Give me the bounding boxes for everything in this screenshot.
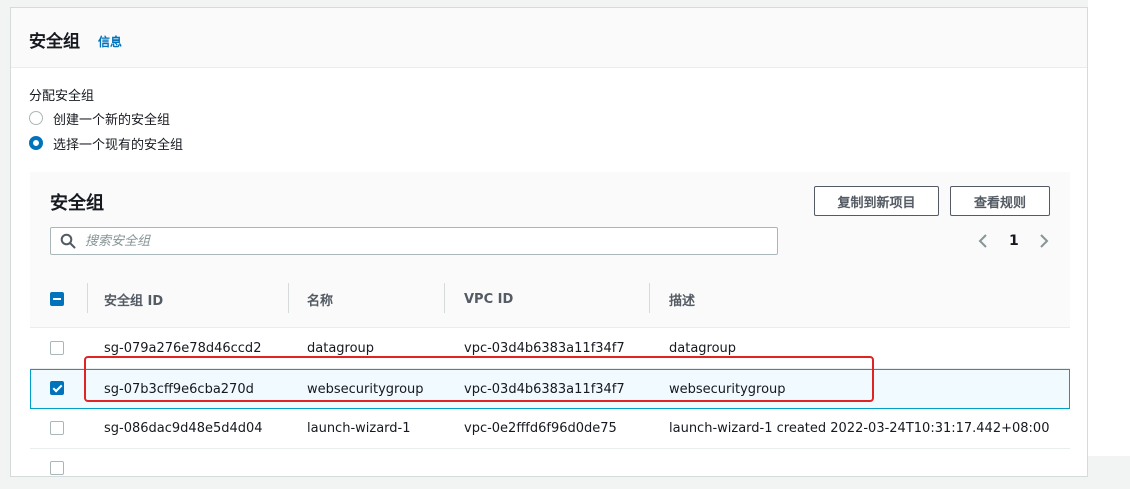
search-input[interactable] (85, 228, 765, 254)
radio-select-existing[interactable]: 选择一个现有的安全组 (29, 134, 184, 153)
radio-button[interactable] (29, 111, 43, 125)
column-divider (87, 283, 88, 313)
cell-name: datagroup (307, 341, 375, 356)
cell-description: websecuritygroup (669, 381, 786, 397)
page-number[interactable]: 1 (1009, 233, 1019, 249)
row-checkbox[interactable] (50, 461, 64, 475)
assign-security-group-label: 分配安全组 (29, 89, 95, 104)
column-divider (649, 283, 650, 313)
cell-description: launch-wizard-1 created 2022-03-24T10:31… (669, 421, 1050, 436)
row-checkbox[interactable] (50, 341, 64, 355)
search-box[interactable] (50, 227, 778, 255)
column-header-sg-id[interactable]: 安全组 ID (104, 271, 163, 327)
column-header-description[interactable]: 描述 (669, 271, 695, 327)
table-row-partial[interactable] (30, 449, 1070, 489)
table-header-area: 安全组 复制到新项目 查看规则 1 (30, 172, 1070, 271)
search-icon (60, 233, 76, 249)
cell-sg-id: sg-07b3cff9e6cba270d (104, 381, 254, 397)
table-title: 安全组 (50, 193, 104, 214)
table-row[interactable]: sg-079a276e78d46ccd2 datagroup vpc-03d4b… (30, 329, 1070, 369)
table-row-selected[interactable]: sg-07b3cff9e6cba270d websecuritygroup vp… (30, 369, 1070, 409)
security-group-table: 安全组 复制到新项目 查看规则 1 安全组 ID 名称 (30, 172, 1070, 475)
column-divider (444, 283, 445, 313)
cell-name: launch-wizard-1 (307, 421, 411, 436)
panel-header: 安全组 信息 (11, 8, 1087, 68)
radio-button-checked[interactable] (29, 136, 43, 150)
view-rules-button[interactable]: 查看规则 (950, 186, 1050, 216)
radio-label: 选择一个现有的安全组 (53, 137, 184, 153)
table-column-headers: 安全组 ID 名称 VPC ID 描述 (30, 271, 1070, 328)
cell-vpc-id: vpc-03d4b6383a11f34f7 (464, 381, 625, 397)
chevron-right-icon[interactable] (1037, 233, 1051, 249)
radio-label: 创建一个新的安全组 (53, 112, 171, 128)
cell-sg-id: sg-079a276e78d46ccd2 (104, 341, 262, 356)
radio-create-new[interactable]: 创建一个新的安全组 (29, 109, 171, 128)
cell-vpc-id: vpc-0e2fffd6f96d0de75 (464, 421, 617, 436)
row-checkbox[interactable] (50, 421, 64, 435)
page-gutter (1088, 0, 1130, 456)
copy-to-new-button[interactable]: 复制到新项目 (814, 186, 939, 216)
panel-title: 安全组 (29, 32, 80, 52)
chevron-left-icon[interactable] (976, 233, 990, 249)
cell-sg-id: sg-086dac9d48e5d4d04 (104, 421, 263, 436)
column-divider (288, 283, 289, 313)
table-row[interactable]: sg-086dac9d48e5d4d04 launch-wizard-1 vpc… (30, 409, 1070, 449)
column-header-name[interactable]: 名称 (307, 271, 333, 327)
column-header-vpc-id[interactable]: VPC ID (464, 271, 513, 327)
security-group-panel: 安全组 信息 分配安全组 创建一个新的安全组 选择一个现有的安全组 安全组 复制… (10, 7, 1088, 477)
row-checkbox-checked[interactable] (50, 381, 64, 395)
cell-name: websecuritygroup (307, 381, 424, 397)
cell-description: datagroup (669, 341, 737, 356)
select-all-checkbox[interactable] (50, 292, 64, 306)
info-link[interactable]: 信息 (98, 33, 122, 50)
cell-vpc-id: vpc-03d4b6383a11f34f7 (464, 341, 625, 356)
